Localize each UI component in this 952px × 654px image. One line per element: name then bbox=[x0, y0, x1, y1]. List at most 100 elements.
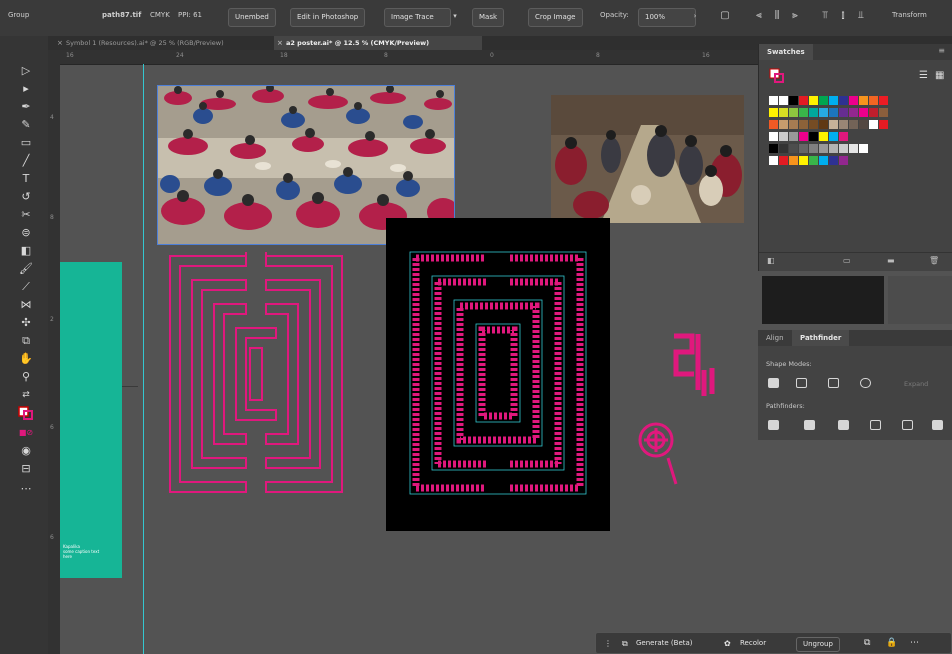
maze-outline-artwork[interactable] bbox=[166, 252, 346, 496]
minus-back-icon[interactable] bbox=[932, 420, 943, 430]
color-swatch[interactable] bbox=[779, 96, 788, 105]
color-swatch[interactable] bbox=[769, 132, 778, 141]
tab-poster-document[interactable]: × a2 poster.ai* @ 12.5 % (CMYK/Preview) bbox=[274, 36, 482, 50]
panel-menu-icon[interactable]: ≡ bbox=[938, 46, 945, 55]
color-swatch[interactable] bbox=[769, 108, 778, 117]
merge-icon[interactable] bbox=[838, 420, 849, 430]
color-swatch[interactable] bbox=[839, 144, 848, 153]
color-swatch[interactable] bbox=[819, 156, 828, 165]
color-swatch[interactable] bbox=[789, 156, 798, 165]
align-left-icon[interactable]: ⫷ bbox=[752, 8, 766, 24]
close-icon[interactable]: × bbox=[57, 36, 63, 50]
color-swatch[interactable] bbox=[879, 120, 888, 129]
color-swatch[interactable] bbox=[779, 132, 788, 141]
symbol-sprayer-tool-icon[interactable]: ✣ bbox=[18, 316, 34, 330]
pen-tool-icon[interactable]: ✒ bbox=[18, 100, 34, 114]
color-swatch[interactable] bbox=[849, 144, 858, 153]
color-swatch[interactable] bbox=[839, 108, 848, 117]
align-bottom-icon[interactable]: ⫫ bbox=[854, 8, 868, 24]
color-swatch[interactable] bbox=[789, 120, 798, 129]
color-swatch[interactable] bbox=[799, 96, 808, 105]
color-swatch[interactable] bbox=[829, 132, 838, 141]
hand-tool-icon[interactable]: ✋ bbox=[18, 352, 34, 366]
shape-builder-tool-icon[interactable]: ◧ bbox=[18, 244, 34, 258]
black-artboard[interactable] bbox=[386, 218, 610, 531]
trim-icon[interactable] bbox=[804, 420, 815, 430]
swatch-libraries-icon[interactable]: ◧ bbox=[767, 256, 775, 265]
color-swatch[interactable] bbox=[839, 96, 848, 105]
color-swatch[interactable] bbox=[849, 108, 858, 117]
color-swatch[interactable] bbox=[859, 144, 868, 153]
line-tool-icon[interactable]: ╱ bbox=[18, 154, 34, 168]
new-color-group-icon[interactable]: ▭ bbox=[843, 256, 851, 265]
close-icon[interactable]: × bbox=[277, 36, 283, 50]
color-swatch[interactable] bbox=[809, 144, 818, 153]
tab-align[interactable]: Align bbox=[758, 330, 792, 346]
color-swatch[interactable] bbox=[829, 96, 838, 105]
tab-symbol-document[interactable]: × Symbol 1 (Resources).ai* @ 25 % (RGB/P… bbox=[54, 36, 276, 50]
generate-button[interactable]: Generate (Beta) bbox=[636, 637, 693, 650]
color-swatch[interactable] bbox=[779, 120, 788, 129]
blend-tool-icon[interactable]: ⋈ bbox=[18, 298, 34, 312]
color-swatch[interactable] bbox=[879, 108, 888, 117]
color-swatch[interactable] bbox=[769, 96, 778, 105]
crop-icon[interactable] bbox=[870, 420, 881, 430]
color-swatch[interactable] bbox=[789, 132, 798, 141]
color-swatch[interactable] bbox=[799, 156, 808, 165]
lock-icon[interactable]: 🔒 bbox=[886, 637, 897, 650]
new-swatch-icon[interactable]: ▬ bbox=[887, 256, 895, 265]
direct-selection-tool-icon[interactable]: ▸ bbox=[18, 82, 34, 96]
align-top-icon[interactable]: ⫪ bbox=[818, 8, 832, 24]
type-tool-icon[interactable]: T bbox=[18, 172, 34, 186]
draw-mode-icon[interactable]: ◉ bbox=[18, 444, 34, 458]
color-swatch[interactable] bbox=[769, 120, 778, 129]
color-swatch[interactable] bbox=[769, 144, 778, 153]
minus-front-icon[interactable] bbox=[796, 378, 807, 388]
color-swatch[interactable] bbox=[799, 144, 808, 153]
color-swatch[interactable] bbox=[779, 108, 788, 117]
color-swatch[interactable] bbox=[779, 144, 788, 153]
align-middle-icon[interactable]: ⫾ bbox=[836, 8, 850, 24]
screen-mode-icon[interactable]: ⊟ bbox=[18, 462, 34, 476]
color-swatch[interactable] bbox=[839, 132, 848, 141]
color-swatch[interactable] bbox=[819, 108, 828, 117]
color-swatch[interactable] bbox=[879, 96, 888, 105]
color-swatch[interactable] bbox=[809, 108, 818, 117]
list-view-icon[interactable]: ☰ bbox=[919, 70, 928, 81]
color-swatch[interactable] bbox=[869, 120, 878, 129]
color-swatch[interactable] bbox=[809, 132, 818, 141]
color-swatch[interactable] bbox=[869, 108, 878, 117]
color-swatch[interactable] bbox=[849, 120, 858, 129]
fill-stroke-icon[interactable] bbox=[18, 406, 34, 420]
duplicate-icon[interactable]: ⧉ bbox=[864, 637, 870, 650]
color-swatch[interactable] bbox=[849, 96, 858, 105]
unite-icon[interactable] bbox=[768, 378, 779, 388]
selection-tool-icon[interactable]: ▷ bbox=[18, 64, 34, 78]
color-swatch[interactable] bbox=[799, 120, 808, 129]
color-swatch[interactable] bbox=[829, 108, 838, 117]
color-swatch[interactable] bbox=[839, 120, 848, 129]
tab-swatches[interactable]: Swatches bbox=[759, 44, 813, 60]
intersect-icon[interactable] bbox=[828, 378, 839, 388]
color-swatch[interactable] bbox=[819, 120, 828, 129]
color-swatch[interactable] bbox=[819, 144, 828, 153]
color-swatch[interactable] bbox=[829, 144, 838, 153]
crop-image-button[interactable]: Crop Image bbox=[528, 8, 583, 27]
color-swatch[interactable] bbox=[829, 120, 838, 129]
color-swatch[interactable] bbox=[769, 156, 778, 165]
teal-artboard[interactable]: Kapalika some caption text here bbox=[60, 262, 122, 578]
paint-brush-tool-icon[interactable]: 🖌 bbox=[18, 262, 34, 276]
color-swatch[interactable] bbox=[789, 96, 798, 105]
recolor-button[interactable]: Recolor bbox=[740, 637, 766, 650]
tab-pathfinder[interactable]: Pathfinder bbox=[792, 330, 850, 346]
color-swatch[interactable] bbox=[809, 120, 818, 129]
crowd-photo-small[interactable] bbox=[551, 95, 744, 223]
eyedropper-tool-icon[interactable]: ⟋ bbox=[18, 280, 34, 294]
artboard-tool-icon[interactable]: ⧉ bbox=[18, 334, 34, 348]
pink-glyph-artwork[interactable] bbox=[668, 330, 718, 400]
align-center-icon[interactable]: ⫼ bbox=[770, 8, 784, 24]
color-swatch[interactable] bbox=[789, 108, 798, 117]
color-swatch[interactable] bbox=[829, 156, 838, 165]
color-swatch[interactable] bbox=[779, 156, 788, 165]
color-swatch[interactable] bbox=[839, 156, 848, 165]
